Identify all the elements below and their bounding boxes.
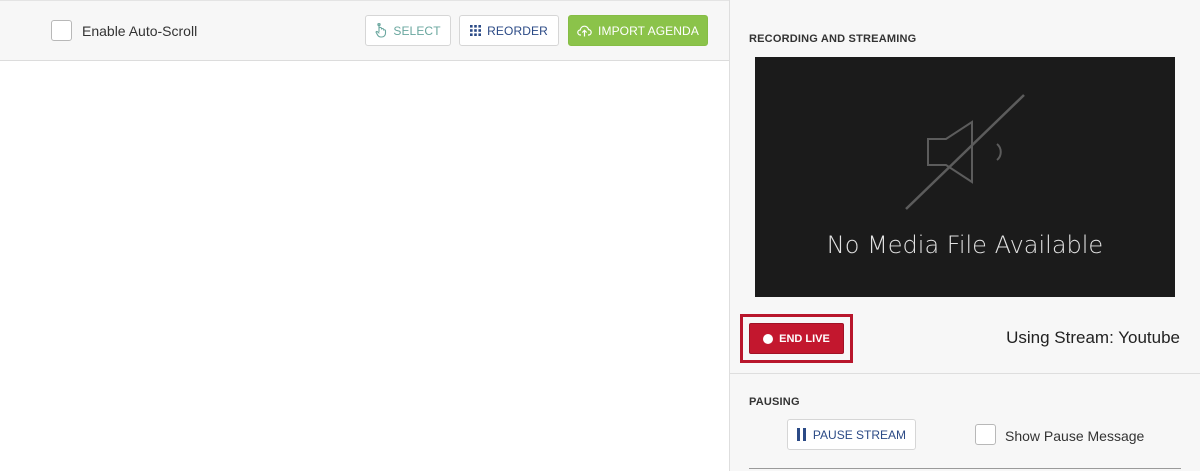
no-media-message: No Media File Available <box>826 231 1104 259</box>
import-agenda-label: IMPORT AGENDA <box>598 23 699 38</box>
muted-speaker-icon <box>905 94 1025 210</box>
recording-section-title: RECORDING AND STREAMING <box>749 33 917 45</box>
pause-stream-label: PAUSE STREAM <box>812 427 907 442</box>
reorder-button-label: REORDER <box>487 23 548 38</box>
show-pause-message-checkbox[interactable] <box>975 424 996 445</box>
auto-scroll-checkbox[interactable] <box>51 20 72 41</box>
section-divider <box>730 373 1200 374</box>
pointer-hand-icon <box>375 23 387 38</box>
end-live-highlight: END LIVE <box>740 314 853 363</box>
select-button[interactable]: SELECT <box>365 15 451 46</box>
pause-stream-button[interactable]: PAUSE STREAM <box>787 419 916 450</box>
stream-status: Using Stream: Youtube <box>1006 328 1180 347</box>
bottom-divider <box>749 468 1181 469</box>
media-player: No Media File Available <box>755 57 1175 297</box>
end-live-label: END LIVE <box>779 332 830 345</box>
agenda-toolbar: Enable Auto-Scroll SELECT REORDER IMPORT… <box>0 0 729 61</box>
record-dot-icon <box>763 333 774 344</box>
cloud-upload-icon <box>577 25 592 36</box>
auto-scroll-label: Enable Auto-Scroll <box>82 23 198 39</box>
show-pause-message-label: Show Pause Message <box>1005 428 1145 444</box>
agenda-pane: Enable Auto-Scroll SELECT REORDER IMPORT… <box>0 0 729 471</box>
import-agenda-button[interactable]: IMPORT AGENDA <box>568 15 708 46</box>
recording-panel: RECORDING AND STREAMING No Media File Av… <box>729 0 1200 471</box>
reorder-button[interactable]: REORDER <box>459 15 559 46</box>
end-live-button[interactable]: END LIVE <box>749 323 844 354</box>
pause-icon <box>796 428 806 441</box>
grid-dots-icon <box>470 25 482 36</box>
pausing-section-title: PAUSING <box>749 396 800 408</box>
select-button-label: SELECT <box>393 23 441 38</box>
